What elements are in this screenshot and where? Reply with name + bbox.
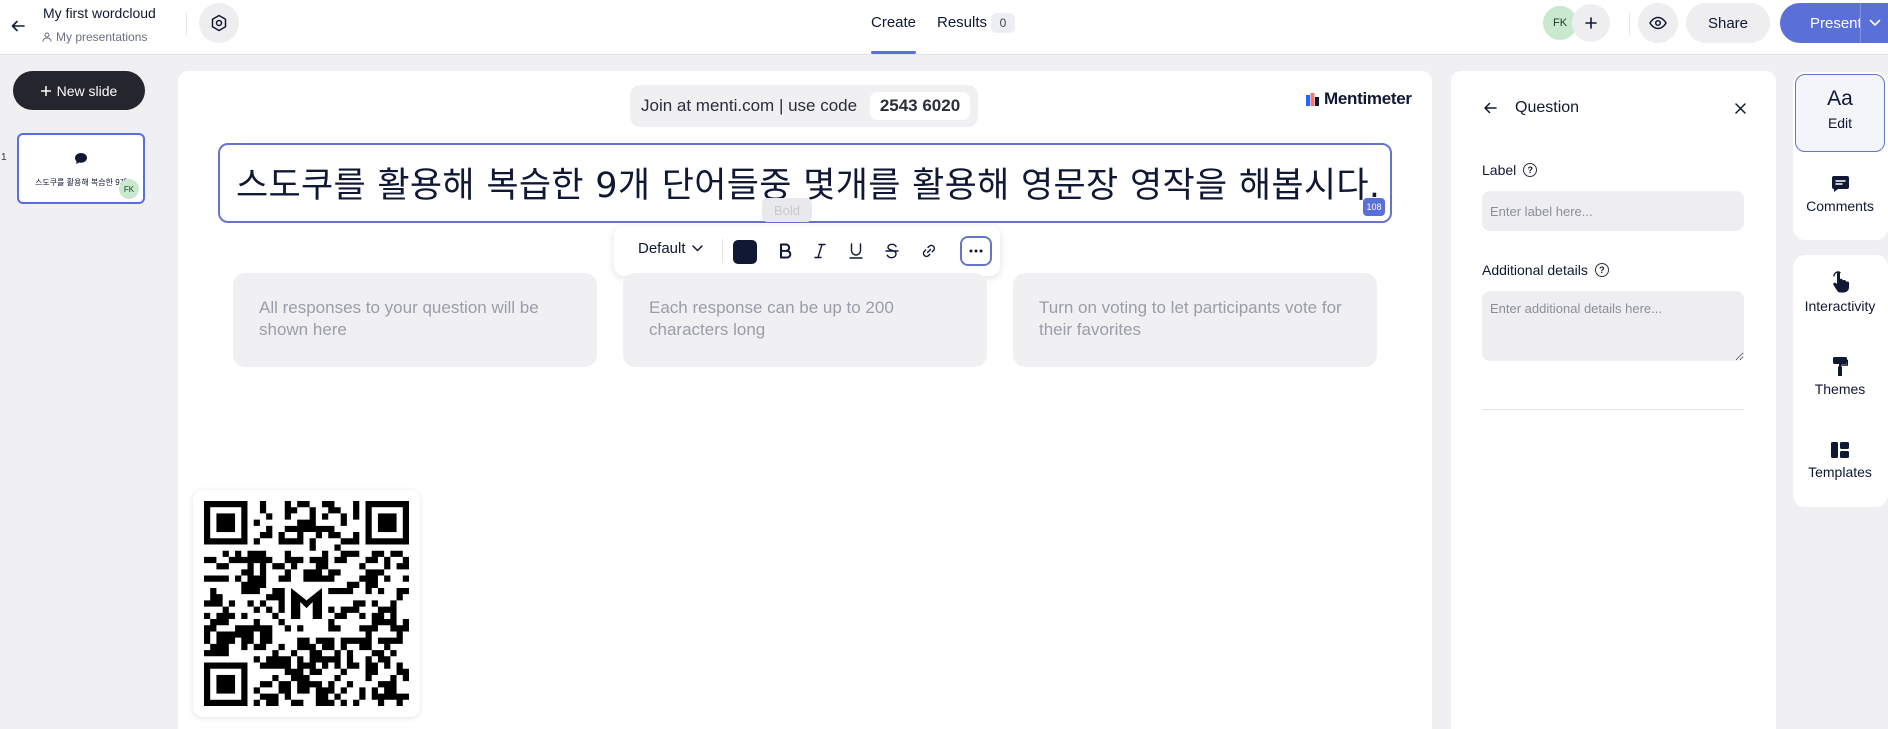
text-color-button[interactable] (733, 240, 757, 264)
chevron-down-icon (691, 245, 703, 252)
help-icon[interactable]: ? (1523, 163, 1538, 177)
label-title-text: Label (1482, 162, 1517, 178)
tab-active-indicator (871, 51, 916, 54)
info-card: Each response can be up to 200 character… (623, 273, 987, 367)
link-icon (922, 244, 935, 258)
panel-title: Question (1515, 99, 1580, 116)
font-style-value: Default (638, 240, 686, 257)
new-slide-label: New slide (56, 82, 118, 99)
more-options-button[interactable] (960, 236, 992, 266)
user-icon (42, 32, 52, 42)
strikethrough-icon (885, 243, 899, 259)
brand-name: Mentimeter (1324, 89, 1412, 108)
panel-close-button[interactable] (1729, 97, 1751, 119)
add-collaborator-button[interactable] (1572, 4, 1610, 42)
details-title-text: Additional details (1482, 262, 1588, 278)
speech-bubble-icon (75, 153, 87, 164)
rail-item-comments[interactable]: Comments (1795, 175, 1885, 214)
rail-item-templates[interactable]: Templates (1795, 441, 1885, 480)
info-card: All responses to your question will be s… (233, 273, 597, 367)
bold-button[interactable] (772, 238, 798, 264)
rail-item-interactivity[interactable]: Interactivity (1795, 271, 1885, 314)
plus-icon (40, 85, 51, 96)
more-horizontal-icon (969, 249, 983, 253)
breadcrumb[interactable]: My presentations (42, 30, 147, 44)
eye-icon (1649, 16, 1667, 30)
join-text: Join at menti.com | use code (641, 96, 858, 115)
rail-item-label: Themes (1814, 381, 1866, 397)
results-count-badge: 0 (991, 13, 1015, 33)
brand-logo: Mentimeter (1306, 89, 1412, 109)
bold-icon (779, 243, 791, 259)
new-slide-button[interactable]: New slide (13, 71, 145, 110)
label-input[interactable] (1482, 191, 1744, 231)
text-style-icon: Aa (1827, 87, 1853, 110)
rail-item-themes[interactable]: Themes (1795, 356, 1885, 397)
details-field-title: Additional details ? (1482, 262, 1609, 278)
qr-code-icon (204, 501, 410, 707)
presentation-title[interactable]: My first wordcloud (43, 5, 156, 21)
rail-item-label: Templates (1808, 464, 1872, 480)
help-icon[interactable]: ? (1594, 263, 1609, 277)
join-code: 2543 6020 (870, 92, 970, 120)
templates-icon (1831, 442, 1849, 458)
additional-details-input[interactable] (1482, 291, 1744, 361)
rail-item-label: Comments (1806, 198, 1874, 214)
bold-tooltip: Bold (762, 198, 812, 222)
divider (1629, 13, 1630, 35)
underline-icon (849, 243, 863, 259)
comment-icon (1831, 176, 1849, 192)
hand-pointer-icon (1832, 271, 1849, 293)
breadcrumb-label: My presentations (56, 30, 148, 44)
arrow-left-icon (11, 20, 25, 32)
divider (1482, 409, 1744, 410)
tab-create[interactable]: Create (871, 14, 916, 31)
panel-back-button[interactable] (1479, 97, 1501, 119)
back-button[interactable] (4, 12, 32, 40)
slide-number: 1 (1, 152, 7, 163)
settings-hexagon-icon (211, 14, 227, 32)
divider (186, 13, 187, 35)
slide-thumbnail[interactable]: 스도쿠를 활용해 복습한 9개 FK (17, 133, 145, 204)
paint-roller-icon (1833, 357, 1848, 376)
arrow-left-icon (1483, 102, 1497, 114)
font-style-select[interactable]: Default (638, 240, 703, 257)
link-button[interactable] (916, 238, 942, 264)
settings-button[interactable] (199, 3, 239, 43)
qr-code (193, 490, 420, 717)
info-card: Turn on voting to let participants vote … (1013, 273, 1377, 367)
text-format-toolbar: Default (614, 226, 1000, 276)
rail-item-label: Interactivity (1804, 298, 1876, 314)
tab-results[interactable]: Results (937, 14, 987, 31)
share-button[interactable]: Share (1686, 3, 1770, 43)
italic-icon (814, 243, 826, 259)
chevron-down-icon (1869, 19, 1880, 27)
preview-button[interactable] (1638, 3, 1678, 43)
close-icon (1734, 102, 1746, 114)
underline-button[interactable] (843, 238, 869, 264)
plus-icon (1585, 17, 1597, 29)
label-field-title: Label ? (1482, 162, 1538, 178)
thumbnail-avatar: FK (119, 179, 139, 199)
rail-item-edit[interactable]: Aa Edit (1795, 87, 1885, 132)
divider (722, 239, 723, 263)
mentimeter-logo-icon (1306, 92, 1319, 106)
italic-button[interactable] (807, 238, 833, 264)
rail-item-label: Edit (1827, 115, 1853, 131)
character-count-badge: 108 (1363, 198, 1385, 216)
present-options-button[interactable] (1860, 3, 1888, 43)
strikethrough-button[interactable] (879, 238, 905, 264)
